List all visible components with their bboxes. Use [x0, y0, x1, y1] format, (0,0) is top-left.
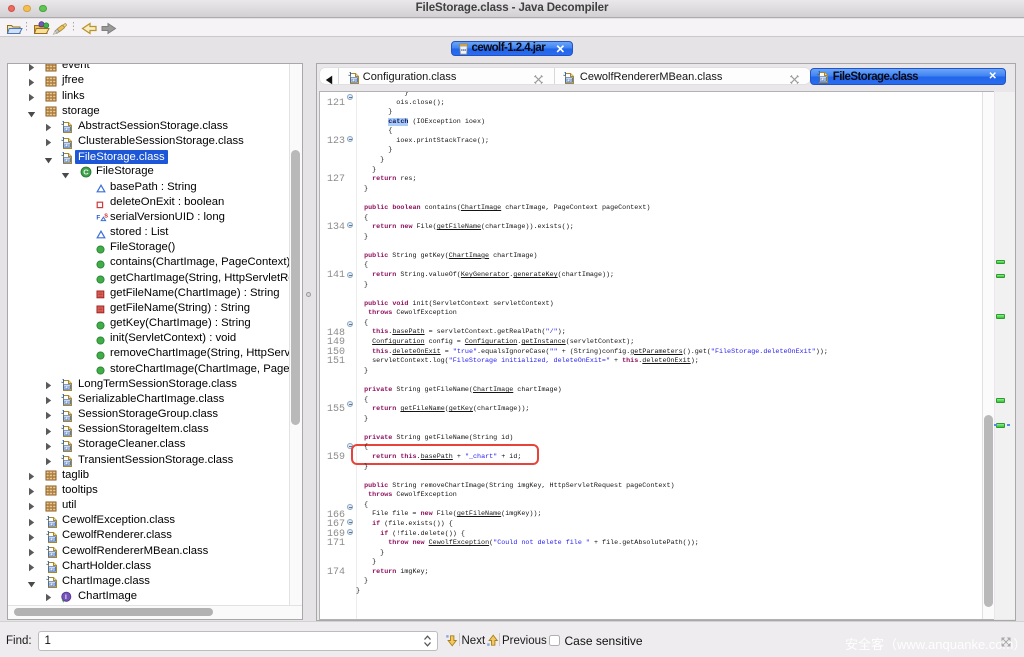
- svg-text:J: J: [46, 546, 49, 552]
- svg-text:J: J: [61, 425, 64, 431]
- svg-text:J: J: [564, 71, 567, 77]
- svg-text:010: 010: [821, 78, 827, 82]
- svg-text:010: 010: [64, 158, 70, 162]
- svg-text:S: S: [104, 214, 108, 220]
- svg-text:J: J: [61, 394, 64, 400]
- svg-text:010: 010: [567, 78, 573, 82]
- svg-text:010: 010: [64, 431, 70, 435]
- svg-text:J: J: [61, 440, 64, 446]
- svg-text:J: J: [61, 121, 64, 127]
- svg-text:J: J: [349, 71, 352, 77]
- svg-text:010: 010: [64, 143, 70, 147]
- svg-text:010: 010: [64, 462, 70, 466]
- svg-text:I: I: [65, 594, 67, 601]
- svg-text:J: J: [46, 576, 49, 582]
- svg-text:F: F: [96, 215, 100, 222]
- svg-text:010: 010: [49, 522, 55, 526]
- svg-text:J: J: [61, 409, 64, 415]
- svg-text:J: J: [46, 531, 49, 537]
- svg-text:010: 010: [64, 401, 70, 405]
- svg-text:J: J: [818, 71, 821, 77]
- svg-text:010: 010: [64, 446, 70, 450]
- svg-text:010: 010: [49, 553, 55, 557]
- svg-text:010: 010: [49, 583, 55, 587]
- svg-text:J: J: [61, 152, 64, 158]
- svg-text:010: 010: [352, 78, 358, 82]
- svg-text:J: J: [61, 136, 64, 142]
- svg-text:010: 010: [64, 416, 70, 420]
- svg-text:010: 010: [64, 128, 70, 132]
- svg-text:J: J: [61, 379, 64, 385]
- svg-text:C: C: [83, 167, 89, 176]
- svg-text:J: J: [46, 561, 49, 567]
- svg-text:J: J: [61, 455, 64, 461]
- svg-text:J: J: [46, 516, 49, 522]
- svg-text:010: 010: [64, 386, 70, 390]
- svg-text:010: 010: [49, 537, 55, 541]
- svg-text:010: 010: [49, 568, 55, 572]
